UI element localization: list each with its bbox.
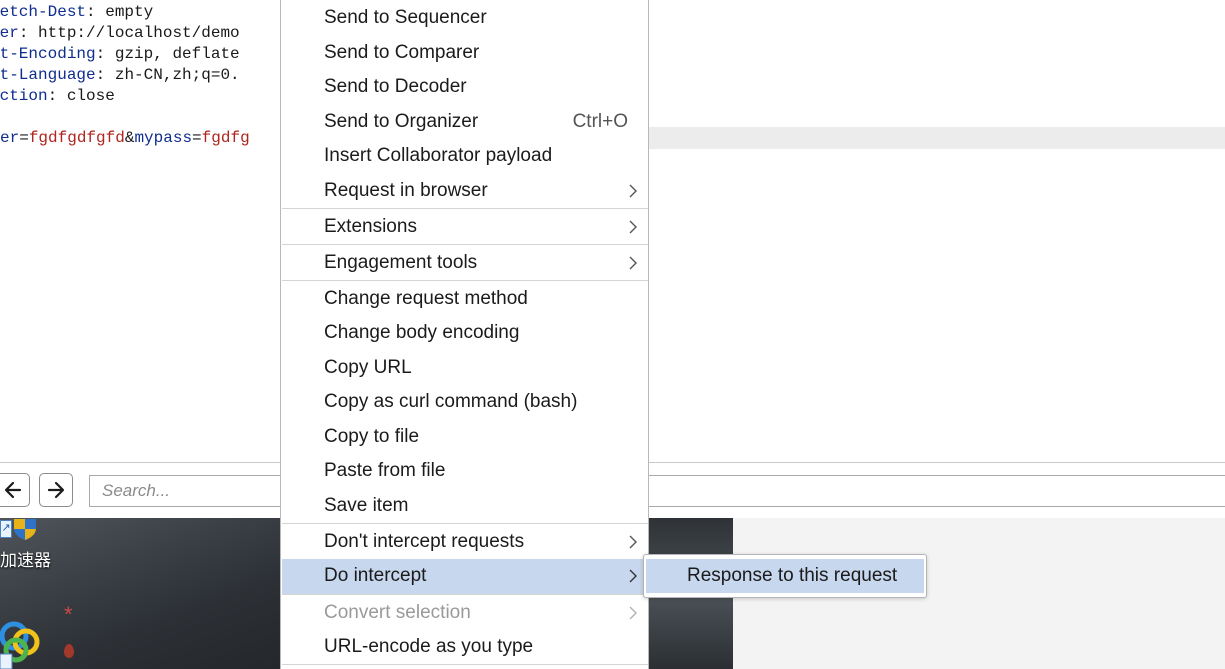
search-input[interactable] [90,476,1225,506]
submenu-item-response-to-this-request[interactable]: Response to this request [646,559,924,593]
menu-item-send-to-sequencer[interactable]: Send to Sequencer [282,0,648,36]
param-value: fgdfg [201,129,250,147]
context-menu: Send to Sequencer Send to Comparer Send … [280,0,649,669]
menu-item-label: Send to Organizer [324,111,479,132]
menu-item-label: Don't intercept requests [324,531,525,552]
menu-item-change-request-method[interactable]: Change request method [282,281,648,316]
menu-item-dont-intercept-requests[interactable]: Don't intercept requests [282,524,648,559]
header-value: gzip, deflate [105,45,240,63]
app-logo-icon[interactable] [0,610,44,669]
arrow-left-icon [4,481,22,499]
menu-item-shortcut: Ctrl+O [572,111,628,132]
chevron-right-icon [629,184,637,198]
menu-item-label: Send to Comparer [324,42,480,63]
decoration-icon [64,644,74,658]
menu-item-label: Change request method [324,288,528,309]
decoration-icon: * [64,602,73,627]
menu-item-change-body-encoding[interactable]: Change body encoding [282,316,648,350]
menu-item-label: Change body encoding [324,322,520,343]
menu-item-extensions[interactable]: Extensions [282,209,648,244]
menu-item-copy-url[interactable]: Copy URL [282,350,648,385]
menu-item-label: Copy URL [324,357,412,378]
menu-separator [282,664,648,665]
menu-item-label: Extensions [324,216,417,237]
menu-item-label: Copy as curl command (bash) [324,391,578,412]
menu-item-label: Copy to file [324,426,420,447]
header-line[interactable]: cer: http://localhost/demo [0,23,240,44]
menu-item-label: Paste from file [324,460,446,481]
chevron-right-icon [629,220,637,234]
header-line[interactable]: ot-Encoding: gzip, deflate [0,44,240,65]
header-value: zh-CN,zh;q=0. [105,66,240,84]
menu-item-url-encode-as-you-type[interactable]: URL-encode as you type [282,630,648,664]
header-name: ot-Encoding [0,45,96,63]
menu-item-label: Save item [324,495,409,516]
menu-item-label: Engagement tools [324,252,478,273]
arrow-right-icon [47,481,65,499]
header-name: ot-Language [0,66,96,84]
header-line[interactable]: ection: close [0,86,115,107]
header-line[interactable]: ot-Language: zh-CN,zh;q=0. [0,65,240,86]
header-name: cer [0,24,19,42]
menu-item-label: Do intercept [324,565,427,586]
menu-item-insert-collaborator-payload[interactable]: Insert Collaborator payload [282,139,648,174]
menu-item-engagement-tools[interactable]: Engagement tools [282,245,648,280]
menu-item-label: Send to Decoder [324,76,467,97]
chevron-right-icon [629,569,637,583]
chevron-right-icon [629,535,637,549]
header-value: close [57,87,115,105]
menu-item-paste-from-file[interactable]: Paste from file [282,454,648,488]
param-name: er [0,129,20,147]
menu-item-label: Convert selection [324,602,471,623]
menu-item-convert-selection: Convert selection [282,595,648,630]
header-line[interactable]: Fetch-Dest: empty [0,2,153,23]
menu-item-label: Request in browser [324,180,488,201]
menu-item-label: URL-encode as you type [324,636,534,657]
menu-item-copy-as-curl[interactable]: Copy as curl command (bash) [282,385,648,419]
back-button[interactable] [0,473,30,507]
menu-item-request-in-browser[interactable]: Request in browser [282,174,648,208]
current-line-highlight [647,127,1225,149]
body-line[interactable]: er=fgdfgdfgfd&mypass=fgdfg [0,128,250,149]
menu-item-copy-to-file[interactable]: Copy to file [282,419,648,454]
menu-item-do-intercept[interactable]: Do intercept [282,559,648,594]
param-separator: & [124,129,135,147]
menu-item-send-to-decoder[interactable]: Send to Decoder [282,70,648,105]
forward-button[interactable] [39,473,73,507]
menu-item-save-item[interactable]: Save item [282,488,648,523]
menu-item-label: Response to this request [687,565,898,586]
header-value: http://localhost/demo [28,24,240,42]
header-name: Fetch-Dest [0,3,87,21]
search-box[interactable] [89,475,1225,507]
do-intercept-submenu: Response to this request [643,554,927,598]
chevron-right-icon [629,606,637,620]
desktop-icon-label[interactable]: 加速器 [0,546,51,571]
param-value: fgdfgdfgfd [28,129,125,147]
shield-icon [14,519,36,540]
header-name: ection [0,87,48,105]
header-value: empty [95,3,154,21]
menu-item-label: Send to Sequencer [324,7,487,28]
menu-item-send-to-organizer[interactable]: Send to Organizer Ctrl+O [282,105,648,139]
menu-item-send-to-comparer[interactable]: Send to Comparer [282,36,648,70]
menu-item-label: Insert Collaborator payload [324,145,553,166]
param-name: mypass [134,129,193,147]
chevron-right-icon [629,256,637,270]
